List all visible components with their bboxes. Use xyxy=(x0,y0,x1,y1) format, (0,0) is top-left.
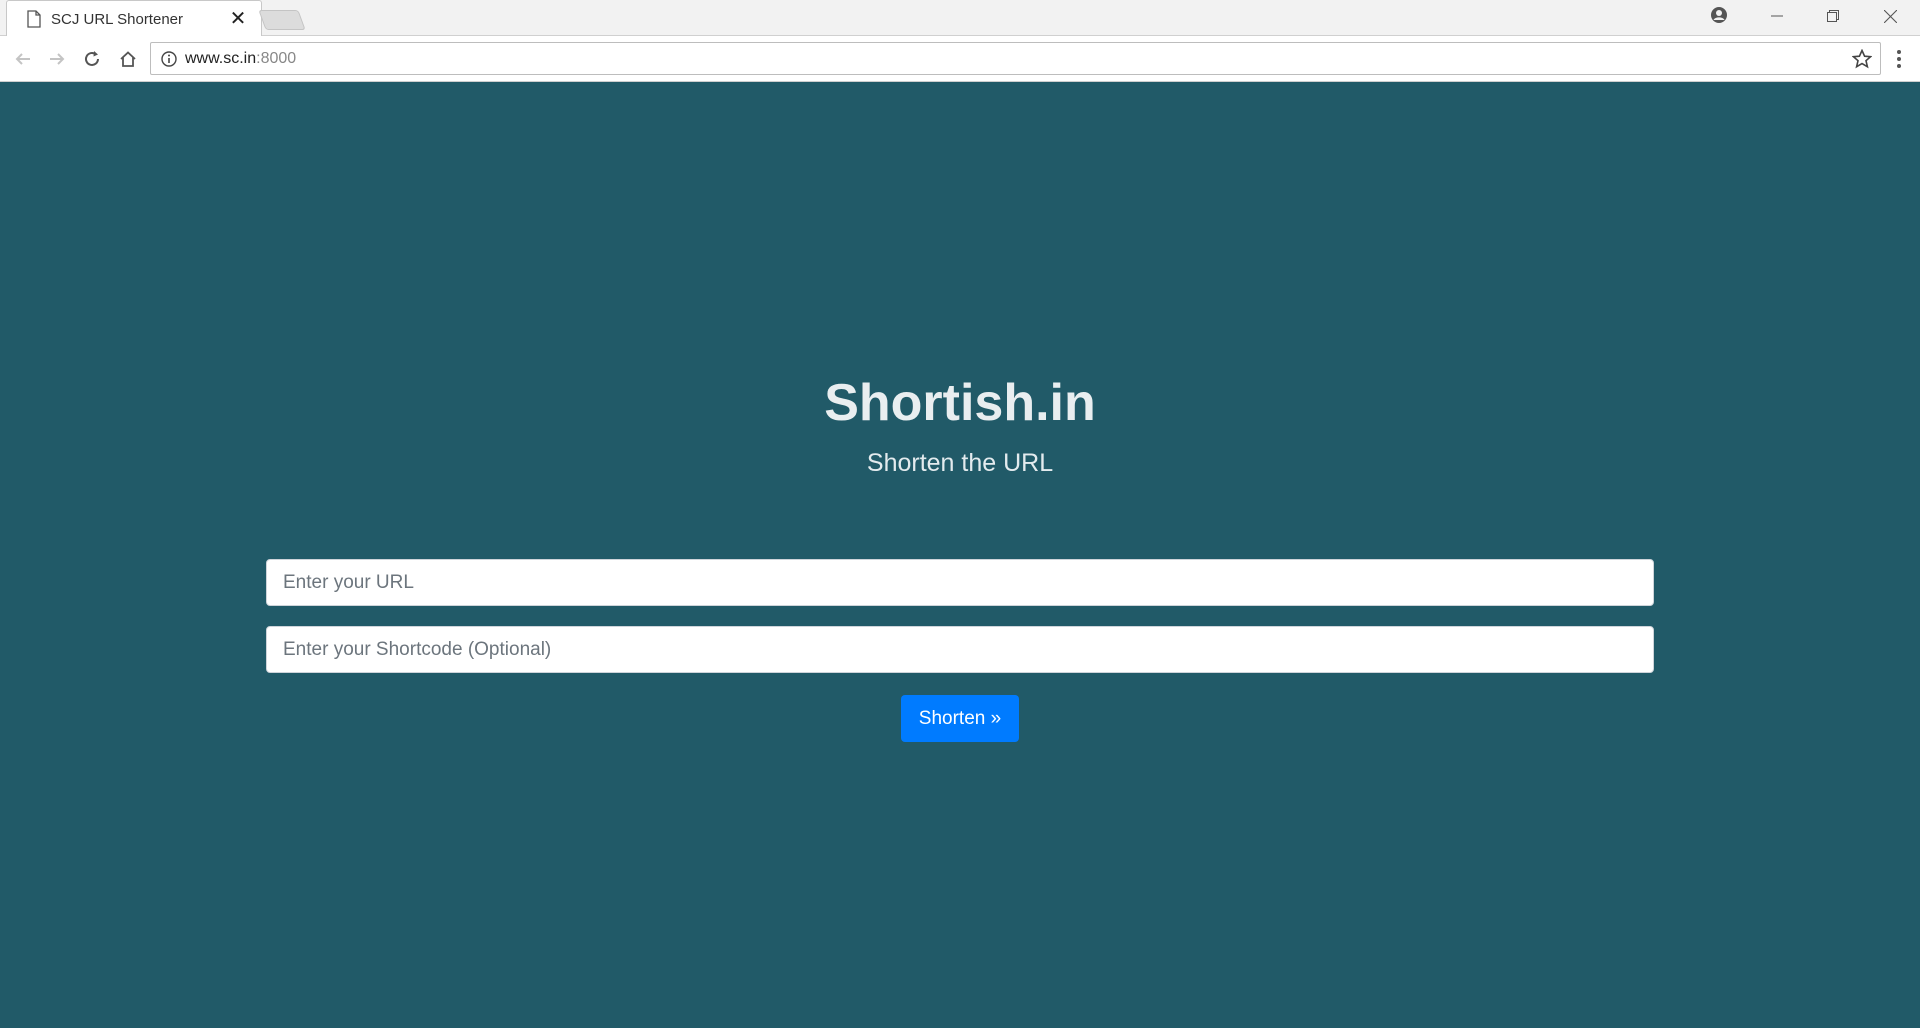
url-host: www.sc.in xyxy=(185,49,257,67)
window-close-icon[interactable] xyxy=(1862,0,1918,32)
shorten-button[interactable]: Shorten » xyxy=(901,695,1019,742)
tab-title: SCJ URL Shortener xyxy=(51,10,183,28)
browser-toolbar: www.sc.in:8000 xyxy=(0,36,1920,82)
page-subtitle: Shorten the URL xyxy=(866,449,1054,477)
menu-icon[interactable] xyxy=(1889,48,1909,70)
url-input[interactable] xyxy=(266,559,1654,606)
page-icon xyxy=(27,10,41,28)
info-icon[interactable] xyxy=(161,50,177,67)
url-port: :8000 xyxy=(256,49,297,67)
browser-tab[interactable]: SCJ URL Shortener ✕ xyxy=(6,0,262,37)
reload-icon[interactable] xyxy=(80,47,104,71)
shortcode-input[interactable] xyxy=(266,626,1654,673)
maximize-icon[interactable] xyxy=(1805,0,1861,32)
page-content: Shortish.in Shorten the URL Shorten » xyxy=(0,83,1920,1028)
back-icon[interactable] xyxy=(11,47,35,71)
forward-icon[interactable] xyxy=(45,47,69,71)
star-icon[interactable] xyxy=(1852,49,1872,69)
browser-titlebar: SCJ URL Shortener ✕ xyxy=(0,0,1920,37)
new-tab-button[interactable] xyxy=(258,10,306,30)
address-bar[interactable]: www.sc.in:8000 xyxy=(150,42,1881,75)
minimize-icon[interactable] xyxy=(1749,0,1805,32)
home-icon[interactable] xyxy=(116,47,140,71)
profile-icon[interactable] xyxy=(1710,6,1728,24)
page-title: Shortish.in xyxy=(824,374,1096,432)
close-icon[interactable]: ✕ xyxy=(229,9,247,29)
